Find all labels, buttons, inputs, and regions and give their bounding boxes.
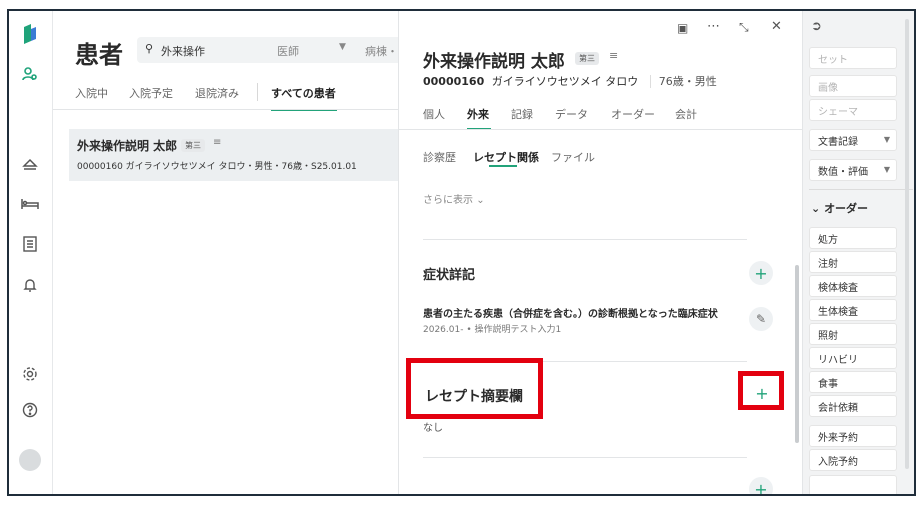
dropdown-label: 文書記録 bbox=[818, 136, 858, 148]
menu-lines-icon: ≡ bbox=[213, 137, 222, 148]
subtab-files[interactable]: ファイル bbox=[551, 149, 595, 165]
patient-kana: ガイライソウセツメイ タロウ bbox=[491, 75, 639, 88]
divider bbox=[53, 109, 399, 110]
patient-row[interactable]: 外来操作説明 太郎 第三 ≡ 00000160 ガイライソウセツメイ タロウ・男… bbox=[69, 129, 399, 181]
order-billing-request-button[interactable]: 会計依頼 bbox=[809, 395, 897, 417]
sidebar-schema-button[interactable]: シェーマ bbox=[809, 99, 897, 121]
patient-detail: 00000160 ガイライソウセツメイ タロウ・男性・76歳・S25.01.01 bbox=[77, 162, 357, 172]
show-more-link[interactable]: さらに表示 ⌄ bbox=[423, 191, 485, 206]
order-injection-button[interactable]: 注射 bbox=[809, 251, 897, 273]
add-symptom-button[interactable]: + bbox=[749, 261, 773, 285]
action-sidebar: ➲ セット 画像 シェーマ 文書記録 ▼ 数值・評価 ▼ ⌄ オーダー 処方 注… bbox=[802, 11, 914, 494]
sidebar-value-dropdown[interactable]: 数值・評価 ▼ bbox=[809, 159, 897, 181]
tab-orders[interactable]: オーダー bbox=[611, 106, 655, 122]
tab-outpatient[interactable]: 外来 bbox=[467, 106, 489, 122]
app-window: 患者 ⚲ 外来操作 医師 ▼ 病棟・ 入院中 入院予定 退院済み すべての患者 … bbox=[7, 9, 916, 496]
subtab-history[interactable]: 診察歴 bbox=[423, 149, 456, 165]
help-icon[interactable] bbox=[19, 399, 41, 421]
nav-rail bbox=[9, 11, 53, 494]
insurance-badge: 第三 bbox=[181, 139, 205, 152]
chevron-down-icon: ⌄ bbox=[476, 195, 485, 206]
divider bbox=[423, 239, 747, 240]
patient-list-panel: 患者 ⚲ 外来操作 医師 ▼ 病棟・ 入院中 入院予定 退院済み すべての患者 … bbox=[53, 11, 457, 494]
tab-records[interactable]: 記録 bbox=[511, 106, 533, 122]
sidebar-set-button[interactable]: セット bbox=[809, 47, 897, 69]
sidebar-more-button[interactable] bbox=[809, 475, 897, 494]
close-icon[interactable]: ✕ bbox=[771, 19, 782, 34]
chevron-down-icon: ▼ bbox=[883, 135, 890, 144]
bell-icon[interactable] bbox=[19, 274, 41, 296]
menu-lines-icon: ≡ bbox=[609, 49, 619, 62]
bed-icon[interactable] bbox=[19, 193, 41, 215]
chevron-down-icon: ⌄ bbox=[811, 202, 821, 215]
show-more-label: さらに表示 bbox=[423, 195, 473, 206]
symptom-meta: 2026.01- • 操作説明テスト入力1 bbox=[423, 325, 562, 335]
patient-age-sex: 76歳・男性 bbox=[649, 75, 717, 88]
sidebar-document-dropdown[interactable]: 文書記録 ▼ bbox=[809, 129, 897, 151]
tab-divider bbox=[257, 83, 258, 101]
dropdown-label: 数值・評価 bbox=[818, 166, 868, 178]
sidebar-image-button[interactable]: 画像 bbox=[809, 75, 897, 97]
divider bbox=[399, 129, 803, 130]
scrollbar[interactable] bbox=[795, 265, 799, 443]
tab-scheduled[interactable]: 入院予定 bbox=[129, 85, 173, 101]
more-icon[interactable]: ⋯ bbox=[707, 19, 720, 34]
divider bbox=[423, 457, 747, 458]
doctor-filter[interactable]: 医師 bbox=[277, 43, 299, 59]
divider bbox=[809, 189, 913, 190]
tab-personal[interactable]: 個人 bbox=[423, 106, 445, 122]
chevron-down-icon: ▼ bbox=[883, 165, 890, 174]
eject-icon[interactable] bbox=[19, 153, 41, 175]
tab-inpatient[interactable]: 入院中 bbox=[75, 85, 108, 101]
tab-discharged[interactable]: 退院済み bbox=[195, 85, 239, 101]
order-header-label: オーダー bbox=[824, 202, 869, 215]
ward-filter[interactable]: 病棟・ bbox=[365, 43, 398, 59]
tab-all-patients[interactable]: すべての患者 bbox=[271, 85, 336, 101]
order-section-header[interactable]: ⌄ オーダー bbox=[811, 200, 868, 216]
outpatient-booking-button[interactable]: 外来予約 bbox=[809, 425, 897, 447]
patient-name: 外来操作説明 太郎 bbox=[77, 139, 178, 153]
brand-logo-icon[interactable] bbox=[19, 23, 41, 45]
plus-icon: + bbox=[754, 479, 768, 496]
highlight-box bbox=[738, 371, 784, 410]
receipt-summary-value: なし bbox=[423, 423, 443, 434]
avatar[interactable] bbox=[19, 449, 41, 471]
order-rehab-button[interactable]: リハビリ bbox=[809, 347, 897, 369]
detail-id-line: 00000160 ガイライソウセツメイ タロウ 76歳・男性 bbox=[423, 73, 717, 89]
detail-patient-name: 外来操作説明 太郎 bbox=[423, 52, 565, 72]
order-meal-button[interactable]: 食事 bbox=[809, 371, 897, 393]
search-input[interactable]: 外来操作 bbox=[161, 43, 205, 59]
patients-icon[interactable] bbox=[19, 63, 41, 85]
pencil-icon: ✎ bbox=[755, 312, 767, 326]
scrollbar[interactable] bbox=[905, 19, 909, 469]
symptom-section-title: 症状詳記 bbox=[423, 268, 476, 283]
patient-id: 00000160 bbox=[423, 75, 485, 88]
detail-tabs: 個人 外来 記録 データ オーダー 会計 bbox=[423, 106, 783, 130]
page-title: 患者 bbox=[75, 41, 123, 69]
order-physiological-test-button[interactable]: 生体検査 bbox=[809, 299, 897, 321]
tab-billing[interactable]: 会計 bbox=[675, 106, 697, 122]
detail-subtabs: 診察歴 レセプト関係 ファイル bbox=[423, 149, 783, 169]
expand-icon[interactable]: ⤡ bbox=[739, 20, 749, 35]
order-specimen-test-button[interactable]: 検体検査 bbox=[809, 275, 897, 297]
search-icon: ⚲ bbox=[145, 42, 154, 55]
plus-icon: + bbox=[754, 263, 768, 283]
chevron-right-circle-icon[interactable]: ➲ bbox=[811, 19, 822, 34]
id-card-icon[interactable]: ▣ bbox=[677, 21, 688, 35]
patient-detail-panel: ▣ ⋯ ⤡ ✕ 外来操作説明 太郎 第三 ≡ 00000160 ガイライソウセツ… bbox=[398, 11, 803, 496]
edit-button[interactable]: ✎ bbox=[749, 307, 773, 331]
chevron-down-icon[interactable]: ▼ bbox=[339, 42, 346, 52]
add-button[interactable]: + bbox=[749, 477, 773, 496]
inpatient-booking-button[interactable]: 入院予約 bbox=[809, 449, 897, 471]
highlight-box bbox=[406, 358, 543, 419]
order-prescription-button[interactable]: 処方 bbox=[809, 227, 897, 249]
detail-insurance-badge: 第三 bbox=[575, 52, 599, 65]
tab-data[interactable]: データ bbox=[555, 106, 588, 122]
subtab-active-underline bbox=[489, 165, 517, 167]
subtab-receipt[interactable]: レセプト関係 bbox=[473, 149, 539, 165]
gear-icon[interactable] bbox=[19, 363, 41, 385]
symptom-description: 患者の主たる疾患（合併症を含む。）の診断根拠となった臨床症状 bbox=[423, 309, 718, 320]
list-icon[interactable] bbox=[19, 233, 41, 255]
order-radiation-button[interactable]: 照射 bbox=[809, 323, 897, 345]
